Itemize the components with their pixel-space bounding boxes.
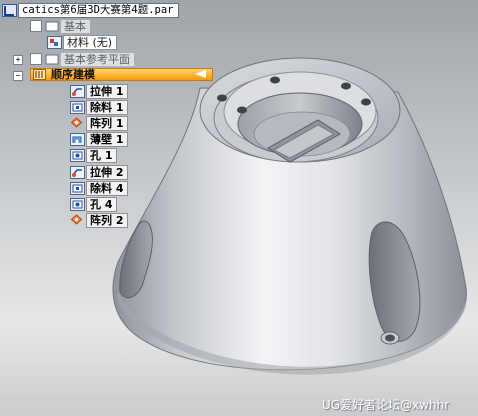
flange-hole <box>361 98 371 106</box>
tree-item-base[interactable]: 基本 <box>45 19 90 33</box>
feature-label: 阵列 2 <box>86 213 129 229</box>
collapse-sequential-toggle[interactable]: − <box>13 71 23 81</box>
feature-item[interactable]: 除料 4 <box>70 180 129 196</box>
arrow-left-icon <box>195 70 206 78</box>
feature-label: 拉伸 2 <box>86 164 129 180</box>
ref-plane-icon <box>45 53 60 66</box>
feature-item[interactable]: 阵列 2 <box>70 213 129 229</box>
feature-item[interactable]: 除料 1 <box>70 99 129 115</box>
part-file-icon <box>2 3 17 17</box>
feature-item[interactable]: 阵列 1 <box>70 115 129 131</box>
ref-planes-checkbox[interactable] <box>30 53 42 65</box>
feature-label: 孔 1 <box>86 148 118 164</box>
tree-item-label: 基本 <box>61 19 90 33</box>
tree-item-label: 材料 (无) <box>63 34 118 50</box>
sequential-icon <box>33 69 46 80</box>
feature-label: 薄壁 1 <box>86 132 129 148</box>
base-checkbox[interactable] <box>30 20 42 32</box>
feature-label: 除料 4 <box>86 180 129 196</box>
file-name: catics第6届3D大赛第4题.par <box>18 2 179 18</box>
feature-label: 拉伸 1 <box>86 83 129 99</box>
pattern-icon <box>70 117 85 130</box>
pattern-icon <box>70 214 85 227</box>
feature-item[interactable]: 孔 1 <box>70 148 118 164</box>
sequential-label: 顺序建模 <box>51 68 95 81</box>
base-icon <box>45 20 60 33</box>
extrude-icon <box>70 165 85 179</box>
material-icon <box>47 35 62 49</box>
tree-item-material[interactable]: 材料 (无) <box>47 34 118 50</box>
flange-hole <box>341 82 351 90</box>
expand-ref-planes-toggle[interactable]: + <box>13 55 23 65</box>
cutout-icon <box>70 181 85 195</box>
feature-item[interactable]: 拉伸 2 <box>70 164 129 180</box>
sequential-modeling-header[interactable]: 顺序建模 <box>30 68 213 81</box>
thinwall-icon <box>70 133 85 147</box>
hole-icon <box>70 197 85 211</box>
feature-item[interactable]: 拉伸 1 <box>70 83 129 99</box>
cutout-icon <box>70 100 85 114</box>
extrude-icon <box>70 84 85 98</box>
flange-hole <box>217 94 227 102</box>
feature-label: 除料 1 <box>86 99 129 115</box>
feature-label: 孔 4 <box>86 196 118 212</box>
hole-icon <box>70 149 85 163</box>
tree-item-ref-planes[interactable]: 基本参考平面 <box>45 52 134 66</box>
tree-root[interactable]: catics第6届3D大赛第4题.par <box>2 2 179 18</box>
tree-item-label: 基本参考平面 <box>61 52 134 66</box>
flange-hole <box>237 106 247 114</box>
feature-item[interactable]: 薄壁 1 <box>70 132 129 148</box>
watermark: UG爱好者论坛@xwhhr <box>322 398 450 412</box>
feature-item[interactable]: 孔 4 <box>70 196 118 212</box>
flange-hole <box>270 76 280 84</box>
feature-label: 阵列 1 <box>86 115 129 131</box>
graphics-viewport[interactable]: catics第6届3D大赛第4题.par 基本 材料 (无) + 基本参考平面 <box>0 0 478 416</box>
